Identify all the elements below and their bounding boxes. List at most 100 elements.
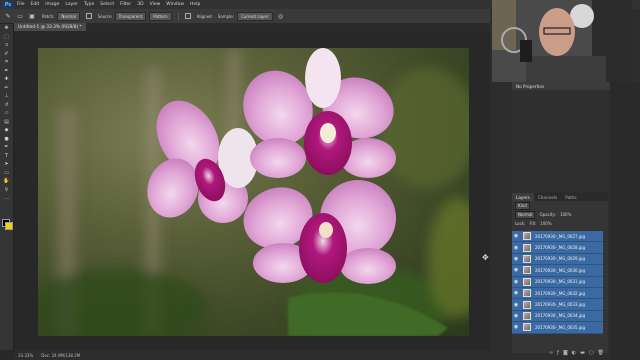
orchid-photo[interactable]	[38, 48, 469, 336]
kind-filter-select[interactable]: Kind	[515, 201, 530, 210]
eye-icon[interactable]: ◉	[512, 279, 520, 285]
new-selection-icon[interactable]: ▭	[16, 12, 24, 20]
aligned-checkbox[interactable]	[184, 13, 191, 19]
crop-tool-icon[interactable]: ⌗	[0, 58, 13, 67]
layer-thumbnail	[523, 232, 531, 241]
menu-3d[interactable]: 3D	[137, 2, 143, 7]
layer-thumbnail	[523, 243, 531, 252]
orchid-image	[38, 48, 469, 336]
layer-row[interactable]: ◉ 20170930-_MG_0034.jpg	[512, 310, 603, 323]
opacity-value[interactable]: 100%	[560, 212, 571, 217]
webcam-image	[492, 0, 632, 82]
more-tools-icon[interactable]: …	[0, 194, 13, 203]
layers-panel-tabs: Layers Channels Paths	[512, 193, 608, 201]
mask-icon[interactable]: ◙	[563, 350, 568, 356]
zoom-tool-icon[interactable]: ⚲	[0, 186, 13, 195]
eraser-tool-icon[interactable]: ▱	[0, 109, 13, 118]
filter-row: Kind	[512, 201, 608, 210]
trash-icon[interactable]: 🗑	[598, 350, 604, 356]
tab-channels[interactable]: Channels	[534, 193, 561, 201]
eye-icon[interactable]: ◉	[512, 256, 520, 262]
adjustment-icon[interactable]: ◐	[572, 350, 576, 356]
background-color-swatch[interactable]	[5, 222, 13, 230]
clone-stamp-tool-icon[interactable]: ⊥	[0, 92, 13, 101]
layer-thumbnail	[523, 300, 531, 309]
layer-row[interactable]: ◉ 20170930-_MG_0032.jpg	[512, 287, 603, 300]
menu-view[interactable]: View	[150, 2, 161, 7]
panel-dock	[610, 82, 640, 360]
menu-help[interactable]: Help	[190, 2, 200, 7]
eye-icon[interactable]: ◉	[512, 267, 520, 273]
brush-tool-icon[interactable]: ✏	[0, 84, 13, 93]
menu-image[interactable]: Image	[45, 2, 59, 7]
gradient-tool-icon[interactable]: ▤	[0, 118, 13, 127]
layer-row[interactable]: ◉ 20170930-_MG_0035.jpg	[512, 322, 603, 334]
patch-mode-select[interactable]: Normal	[57, 11, 80, 21]
add-selection-icon[interactable]: ▣	[28, 12, 36, 20]
shape-tool-icon[interactable]: ▭	[0, 169, 13, 178]
menu-file[interactable]: File	[17, 2, 25, 7]
layer-name: 20170930-_MG_0032.jpg	[535, 290, 585, 296]
move-tool-icon[interactable]: ✥	[0, 24, 13, 33]
fx-icon[interactable]: ƒ	[557, 350, 559, 356]
type-tool-icon[interactable]: T	[0, 152, 13, 161]
webcam-overlay	[492, 0, 632, 82]
lasso-tool-icon[interactable]: ↄ	[0, 41, 13, 50]
layer-row[interactable]: ◉ 20170930-_MG_0028.jpg	[512, 242, 603, 254]
layers-panel: Layers Channels Paths Kind Normal Opacit…	[512, 193, 608, 353]
history-brush-tool-icon[interactable]: ↺	[0, 101, 13, 110]
layer-row[interactable]: ◉ 20170930-_MG_0030.jpg	[512, 265, 603, 277]
layers-footer: ∞ ƒ ◙ ◐ ▬ ▢ 🗑	[512, 349, 608, 357]
tab-paths[interactable]: Paths	[561, 193, 580, 201]
menu-filter[interactable]: Filter	[120, 2, 131, 7]
layer-name: 20170930-_MG_0029.jpg	[535, 256, 585, 262]
eye-icon[interactable]: ◉	[512, 290, 520, 296]
layer-row[interactable]: ◉ 20170930-_MG_0027.jpg	[512, 231, 603, 243]
quick-select-tool-icon[interactable]: ✐	[0, 50, 13, 59]
source-radio[interactable]	[85, 13, 92, 19]
tab-layers[interactable]: Layers	[512, 193, 534, 201]
menu-select[interactable]: Select	[100, 2, 114, 7]
sample-select[interactable]: Current Layer	[237, 11, 273, 21]
menu-layer[interactable]: Layer	[65, 2, 78, 7]
eye-icon[interactable]: ◉	[512, 233, 520, 239]
menu-edit[interactable]: Edit	[31, 2, 40, 7]
eye-icon[interactable]: ◉	[512, 324, 520, 330]
path-select-tool-icon[interactable]: ➤	[0, 160, 13, 169]
blend-mode-select[interactable]: Normal	[515, 210, 536, 219]
eyedropper-tool-icon[interactable]: ✒	[0, 67, 13, 76]
layer-row[interactable]: ◉ 20170930-_MG_0031.jpg	[512, 276, 603, 288]
layer-name: 20170930-_MG_0031.jpg	[535, 279, 585, 285]
patch-tool-icon[interactable]: ✎	[4, 12, 12, 20]
pen-tool-icon[interactable]: ✒	[0, 143, 13, 152]
eye-icon[interactable]: ◉	[512, 313, 520, 319]
healing-tool-icon[interactable]: ✚	[0, 75, 13, 84]
layer-row[interactable]: ◉ 20170930-_MG_0033.jpg	[512, 299, 603, 311]
layer-thumbnail	[523, 311, 531, 320]
sample-label: Sample:	[217, 13, 235, 19]
color-swatches[interactable]	[2, 219, 13, 230]
lock-label: Lock:	[515, 221, 526, 226]
zoom-readout[interactable]: 33.33%	[18, 353, 33, 358]
blur-tool-icon[interactable]: ◆	[0, 126, 13, 135]
properties-title: No Properties	[516, 83, 545, 89]
eye-icon[interactable]: ◉	[512, 302, 520, 308]
dodge-tool-icon[interactable]: ●	[0, 135, 13, 144]
pattern-button[interactable]: Pattern	[149, 11, 172, 21]
folder-icon[interactable]: ▬	[580, 350, 585, 356]
document-tab[interactable]: Untitled-1 @ 33.3% (RGB/8) *	[14, 23, 86, 31]
new-layer-icon[interactable]: ▢	[589, 350, 594, 356]
marquee-tool-icon[interactable]: ⬚	[0, 33, 13, 42]
layer-thumbnail	[523, 289, 531, 298]
ignore-adjustment-icon[interactable]: ◎	[277, 12, 285, 20]
fill-value[interactable]: 100%	[540, 221, 551, 226]
eye-icon[interactable]: ◉	[512, 245, 520, 251]
hand-tool-icon[interactable]: ✋	[0, 177, 13, 186]
sampled-button[interactable]: Transparent	[114, 11, 147, 21]
menu-type[interactable]: Type	[84, 2, 94, 7]
photoshop-logo: Ps	[2, 0, 14, 9]
layer-row[interactable]: ◉ 20170930-_MG_0029.jpg	[512, 253, 603, 266]
link-icon[interactable]: ∞	[549, 350, 553, 356]
menu-window[interactable]: Window	[166, 2, 184, 7]
layer-name: 20170930-_MG_0034.jpg	[535, 313, 585, 319]
